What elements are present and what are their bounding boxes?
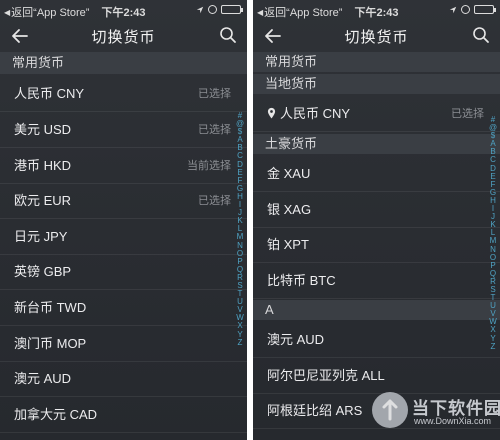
section-header-common: 常用货币 (253, 52, 500, 72)
section-header-local: 当地货币 (253, 74, 500, 94)
currency-name: 阿尔巴尼亚列克 ALL (267, 368, 385, 383)
location-arrow-icon (196, 6, 204, 13)
currency-name: 澳元 AUD (14, 371, 72, 386)
alarm-icon (461, 5, 470, 14)
currency-row[interactable]: 澳元 AUD (253, 322, 500, 358)
selection-status: 当前选择 (187, 160, 231, 172)
currency-row[interactable]: 日元 JPY (0, 219, 247, 255)
nav-bar: 切换货币 (0, 22, 247, 50)
location-arrow-icon (449, 6, 457, 13)
currency-name: 日元 JPY (14, 229, 68, 244)
currency-name: 新台币 TWD (14, 300, 87, 315)
nav-bar: 切换货币 (253, 22, 500, 50)
currency-name: 美元 USD (14, 122, 72, 137)
currency-row[interactable]: 港币 HKD 当前选择 (0, 148, 247, 184)
status-bar: 返回“App Store” 下午2:43 (0, 0, 247, 22)
currency-row[interactable]: 澳门币 MOP (0, 326, 247, 362)
right-phone-screen: 返回“App Store” 下午2:43 切换货币 常用货币 当地货币 人民币 … (253, 0, 500, 440)
status-icons (196, 5, 243, 14)
battery-icon (474, 5, 496, 14)
index-letter[interactable]: Z (236, 338, 244, 347)
status-bar: 返回“App Store” 下午2:43 (253, 0, 500, 22)
currency-row[interactable]: 澳元 AUD (0, 361, 247, 397)
watermark-domain: www.DownXia.com (414, 416, 492, 426)
section-header-common: 常用货币 (0, 52, 247, 74)
currency-row[interactable]: 新台币 TWD (0, 290, 247, 326)
alarm-icon (208, 5, 217, 14)
currency-row[interactable]: 英镑 GBP (0, 254, 247, 290)
currency-name: 人民币 CNY (280, 106, 351, 121)
currency-row[interactable]: 金 XAU (253, 156, 500, 192)
page-title: 切换货币 (344, 29, 409, 46)
left-phone-screen: 返回“App Store” 下午2:43 切换货币 常用货币 人民币 CNY 已选… (0, 0, 247, 440)
currency-name: 港币 HKD (14, 158, 72, 173)
selection-status: 已选择 (198, 88, 231, 100)
section-header-tuhao: 土豪货币 (253, 134, 500, 154)
currency-name: 银 XAG (267, 202, 312, 217)
currency-name: 澳门币 MOP (14, 336, 87, 351)
alphabet-index-bar[interactable]: # @ $ A B C D E F G H I J K L M N O P Q R S T U V W X Y Z (236, 111, 244, 347)
battery-icon (221, 5, 243, 14)
selection-status: 已选择 (198, 195, 231, 207)
currency-name: 铂 XPT (267, 237, 309, 252)
currency-row[interactable]: 银 XAG (253, 192, 500, 228)
currency-row[interactable]: 加拿大元 CAD (0, 397, 247, 433)
index-letter[interactable]: Z (489, 342, 497, 351)
currency-row[interactable]: 人民币 CNY 已选择 (253, 96, 500, 132)
currency-name: 加拿大元 CAD (14, 407, 98, 422)
currency-name: 金 XAU (267, 166, 311, 181)
search-icon[interactable] (472, 26, 490, 44)
currency-name: 比特币 BTC (267, 273, 336, 288)
currency-row[interactable]: 比特币 BTC (253, 263, 500, 299)
currency-name: 人民币 CNY (14, 86, 85, 101)
section-header-a: A (253, 300, 500, 320)
currency-row[interactable]: 欧元 EUR 已选择 (0, 183, 247, 219)
status-icons (449, 5, 496, 14)
page-title: 切换货币 (91, 29, 156, 46)
currency-name: 欧元 EUR (14, 193, 72, 208)
location-pin-icon (267, 107, 276, 119)
search-icon[interactable] (219, 26, 237, 44)
selection-status: 已选择 (451, 108, 484, 120)
site-watermark: 当下软件园 www.DownXia.com (372, 384, 500, 436)
currency-name: 澳元 AUD (267, 332, 325, 347)
currency-row[interactable]: 铂 XPT (253, 227, 500, 263)
currency-name: 英镑 GBP (14, 264, 72, 279)
currency-row[interactable]: 人民币 CNY 已选择 (0, 76, 247, 112)
watermark-logo (372, 392, 408, 428)
currency-row[interactable]: 美元 USD 已选择 (0, 112, 247, 148)
alphabet-index-bar[interactable]: # @ $ A B C D E F G H I J K L M N O P Q R S T U V W X Y Z (489, 115, 497, 351)
selection-status: 已选择 (198, 124, 231, 136)
currency-name: 阿根廷比绍 ARS (267, 403, 363, 418)
